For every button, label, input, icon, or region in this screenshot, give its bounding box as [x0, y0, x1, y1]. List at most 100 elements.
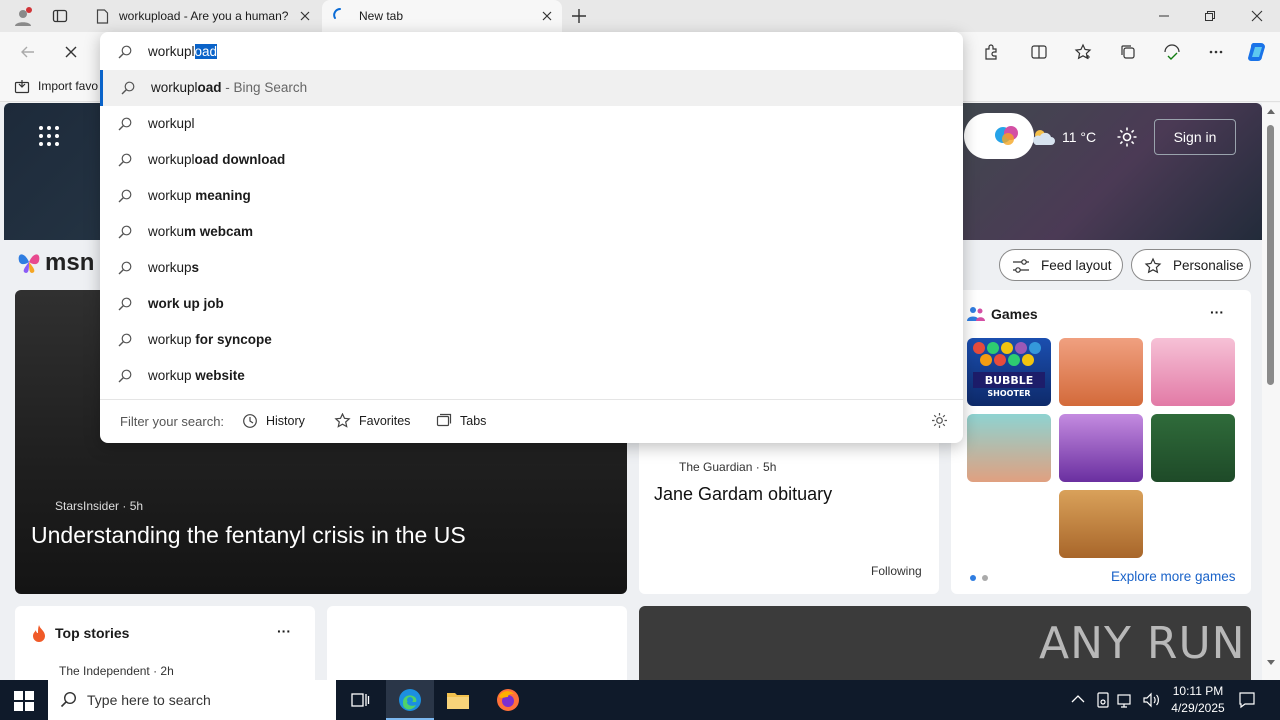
- game-tile-fashion[interactable]: [1151, 338, 1235, 406]
- back-icon[interactable]: [14, 38, 42, 66]
- vertical-scrollbar[interactable]: [1262, 103, 1280, 680]
- personalise-button[interactable]: Personalise: [1131, 249, 1251, 281]
- msn-logo[interactable]: msn: [45, 249, 94, 277]
- filter-tabs-label: Tabs: [460, 414, 487, 428]
- browser-essentials-icon[interactable]: [1158, 38, 1186, 66]
- device-icon[interactable]: [1096, 692, 1110, 708]
- search-icon: [118, 297, 132, 311]
- game-tile-doctor[interactable]: [967, 414, 1051, 482]
- carousel-dot-active[interactable]: [970, 575, 976, 581]
- carousel-dot[interactable]: [982, 575, 988, 581]
- filter-favorites-label: Favorites: [359, 414, 411, 428]
- suggestion-item[interactable]: workum webcam: [100, 214, 963, 250]
- search-settings-icon[interactable]: [931, 412, 948, 429]
- taskbar-search-box[interactable]: Type here to search: [48, 680, 336, 720]
- games-more-icon[interactable]: ···: [1210, 304, 1224, 320]
- page-icon: [96, 9, 109, 24]
- task-view-icon[interactable]: [350, 690, 370, 710]
- suggestion-item[interactable]: workup website: [100, 358, 963, 394]
- tab-new-tab[interactable]: New tab: [322, 0, 562, 32]
- game-tile-wood-puzzle[interactable]: [1059, 490, 1143, 558]
- volume-icon[interactable]: [1142, 692, 1160, 708]
- tab-actions-icon[interactable]: [52, 8, 68, 24]
- minimize-icon[interactable]: [1141, 0, 1187, 32]
- edge-taskbar-button[interactable]: [386, 680, 434, 720]
- profile-icon[interactable]: [12, 6, 34, 28]
- games-title: Games: [991, 306, 1038, 322]
- explore-more-games-link[interactable]: Explore more games: [1111, 569, 1236, 584]
- firefox-icon[interactable]: [496, 688, 520, 712]
- suggestion-text: workupload download: [148, 152, 286, 167]
- import-favorites-link[interactable]: Import favo: [38, 79, 98, 93]
- network-icon[interactable]: [1117, 692, 1135, 708]
- story-headline[interactable]: Understanding the fentanyl crisis in the…: [31, 522, 466, 549]
- copilot-icon[interactable]: [1244, 38, 1272, 66]
- show-hidden-icons-chevron-icon[interactable]: [1071, 694, 1085, 704]
- suggestion-item[interactable]: workupload - Bing Search: [100, 70, 963, 106]
- video-card[interactable]: ANY RUN: [639, 606, 1251, 680]
- windows-start-icon[interactable]: [14, 691, 34, 711]
- new-tab-icon[interactable]: [570, 7, 588, 25]
- apps-grid-icon[interactable]: [38, 125, 60, 147]
- restore-icon[interactable]: [1187, 0, 1233, 32]
- favorites-icon[interactable]: [1069, 38, 1097, 66]
- top-stories-more-icon[interactable]: ···: [277, 623, 291, 639]
- suggestion-text: workup website: [148, 368, 245, 383]
- suggestion-text: work up job: [148, 296, 224, 311]
- suggestion-item[interactable]: work up job: [100, 286, 963, 322]
- tabs-icon: [436, 413, 452, 429]
- search-icon: [121, 81, 135, 95]
- filter-favorites-button[interactable]: Favorites: [334, 411, 414, 431]
- taskbar: Type here to search 10:11 PM 4/29/2025: [0, 680, 1280, 720]
- suggestion-item[interactable]: workup for syncope: [100, 322, 963, 358]
- suggestion-item[interactable]: workup meaning: [100, 178, 963, 214]
- suggestion-item[interactable]: workupload download: [100, 142, 963, 178]
- close-window-icon[interactable]: [1234, 0, 1280, 32]
- filter-history-label: History: [266, 414, 305, 428]
- close-tab-icon[interactable]: [298, 9, 312, 23]
- settings-icon[interactable]: [1116, 126, 1138, 148]
- games-people-icon: [967, 306, 985, 322]
- tab-workupload[interactable]: workupload - Are you a human?: [86, 0, 320, 32]
- game-tile-hotel[interactable]: [1059, 338, 1143, 406]
- typed-text: workupl: [148, 44, 195, 59]
- clock-time[interactable]: 10:11 PM: [1168, 684, 1228, 698]
- placeholder-card: [327, 606, 627, 680]
- collections-icon[interactable]: [1114, 38, 1142, 66]
- import-icon: [14, 79, 30, 95]
- suggestion-text: workupl: [148, 116, 195, 131]
- games-card: Games ··· BUBBLE SHOOTER Explore more gam…: [951, 290, 1251, 594]
- scroll-up-arrow-icon[interactable]: [1267, 109, 1275, 114]
- filter-tabs-button[interactable]: Tabs: [436, 411, 496, 431]
- split-screen-icon[interactable]: [1025, 38, 1053, 66]
- extensions-icon[interactable]: [977, 38, 1005, 66]
- file-explorer-icon[interactable]: [446, 689, 470, 711]
- star-icon: [334, 413, 351, 429]
- scroll-down-arrow-icon[interactable]: [1267, 660, 1275, 665]
- feed-layout-button[interactable]: Feed layout: [999, 249, 1123, 281]
- scroll-thumb[interactable]: [1267, 125, 1274, 385]
- taskbar-search-placeholder: Type here to search: [87, 692, 211, 708]
- story-headline[interactable]: Jane Gardam obituary: [654, 484, 832, 505]
- filter-history-button[interactable]: History: [242, 411, 312, 431]
- suggestion-item[interactable]: workups: [100, 250, 963, 286]
- sign-in-button[interactable]: Sign in: [1154, 119, 1236, 155]
- search-icon: [118, 225, 132, 239]
- game-tile-mahjong[interactable]: [1151, 414, 1235, 482]
- clock-date[interactable]: 4/29/2025: [1164, 701, 1232, 715]
- game-tile-bubble-shooter[interactable]: BUBBLE SHOOTER: [967, 338, 1051, 406]
- suggestion-item[interactable]: workupl: [100, 106, 963, 142]
- copilot-pill[interactable]: [964, 113, 1034, 159]
- close-tab-icon[interactable]: [540, 9, 554, 23]
- notifications-icon[interactable]: [1238, 691, 1256, 709]
- stop-loading-icon[interactable]: [57, 38, 85, 66]
- address-input[interactable]: workupload: [100, 34, 963, 70]
- game-tile-makeup[interactable]: [1059, 414, 1143, 482]
- feed-layout-label: Feed layout: [1041, 258, 1112, 273]
- following-label[interactable]: Following: [871, 564, 922, 578]
- copilot-colorful-icon: [994, 123, 1022, 147]
- weather-temperature[interactable]: 11 °C: [1062, 129, 1096, 145]
- more-options-icon[interactable]: [1202, 38, 1230, 66]
- suggestion-text: workum webcam: [148, 224, 254, 239]
- search-icon: [118, 189, 132, 203]
